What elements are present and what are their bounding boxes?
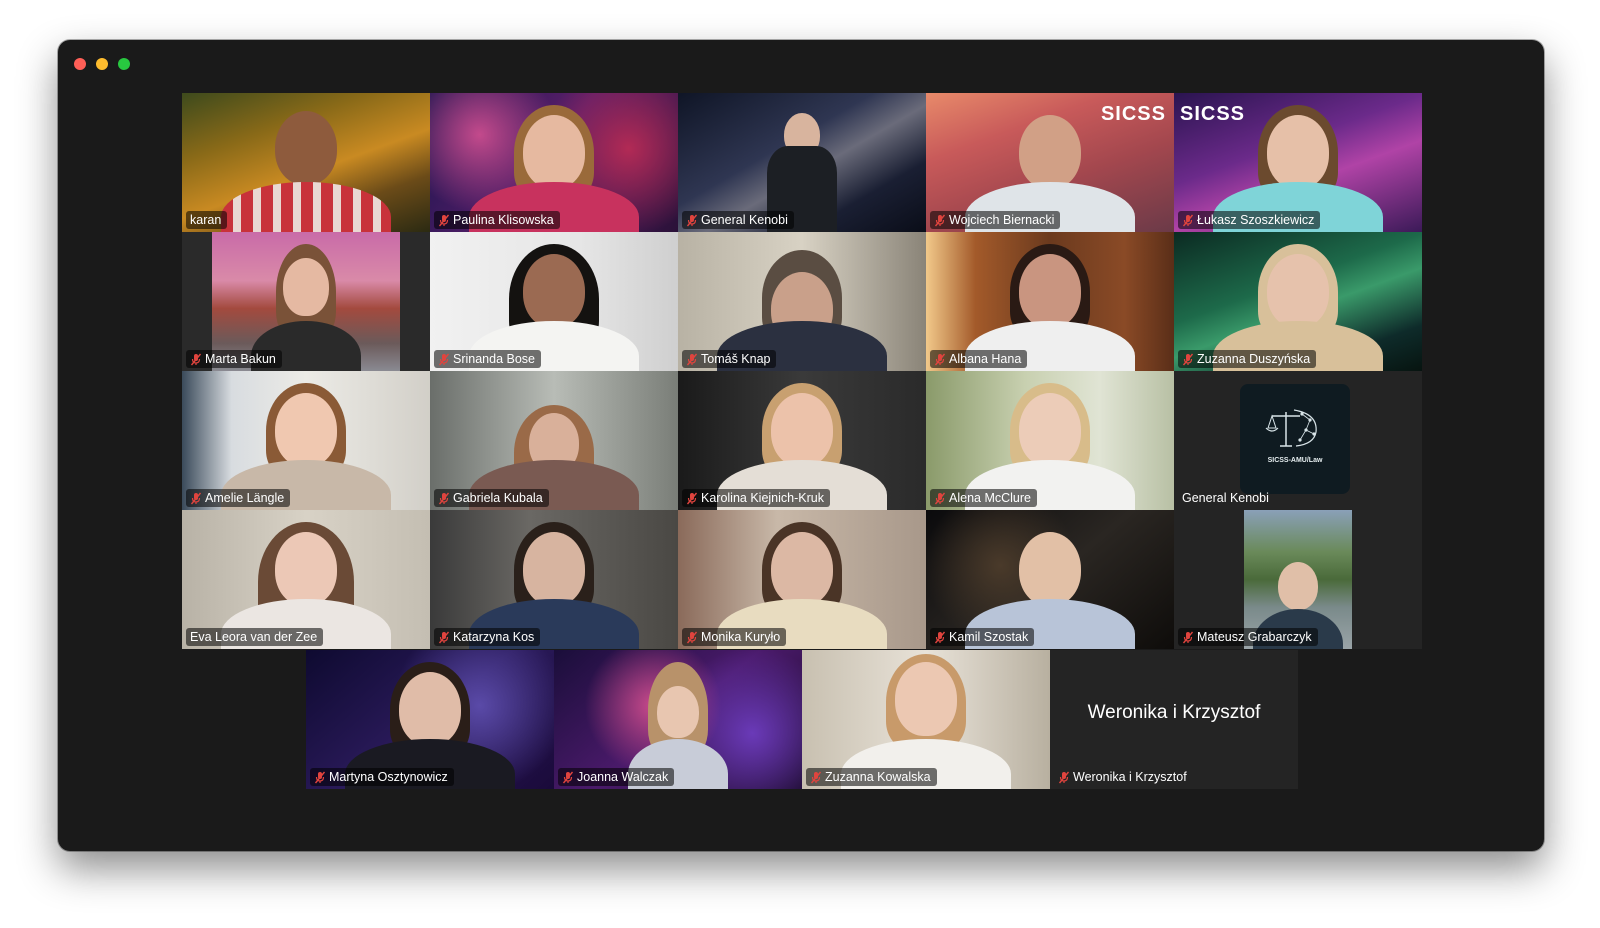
muted-microphone-icon bbox=[438, 631, 450, 644]
zoom-window-button[interactable] bbox=[118, 58, 130, 70]
muted-microphone-icon bbox=[686, 631, 698, 644]
participant-name-label: General Kenobi bbox=[682, 211, 794, 229]
muted-microphone-icon bbox=[1182, 214, 1194, 227]
participant-name-label: karan bbox=[186, 211, 228, 229]
video-tile[interactable]: Katarzyna Kos bbox=[430, 510, 678, 649]
gallery-grid: karan Paulina Klisowska General Kenobi S… bbox=[182, 93, 1422, 649]
muted-microphone-icon bbox=[190, 492, 202, 505]
participant-name-label: Monika Kuryło bbox=[682, 628, 787, 646]
participant-name-label: Wojciech Biernacki bbox=[930, 211, 1061, 229]
video-tile[interactable]: Monika Kuryło bbox=[678, 510, 926, 649]
muted-microphone-icon bbox=[314, 771, 326, 784]
video-tile-camera-off[interactable]: Weronika i Krzysztof Weronika i Krzyszto… bbox=[1050, 650, 1298, 789]
video-tile[interactable]: SICSS Łukasz Szoszkiewicz bbox=[1174, 93, 1422, 232]
muted-microphone-icon bbox=[438, 214, 450, 227]
video-tile[interactable]: Srinanda Bose bbox=[430, 232, 678, 371]
muted-microphone-icon bbox=[562, 771, 574, 784]
video-tile[interactable]: Alena McClure bbox=[926, 371, 1174, 510]
video-tile[interactable]: Zuzanna Duszyńska bbox=[1174, 232, 1422, 371]
sicss-logo-overlay: SICSS bbox=[1100, 103, 1166, 125]
muted-microphone-icon bbox=[1058, 771, 1070, 784]
participant-name-label: Karolina Kiejnich-Kruk bbox=[682, 489, 830, 507]
video-tile[interactable]: karan bbox=[182, 93, 430, 232]
window-controls bbox=[74, 58, 130, 70]
video-tile[interactable]: General Kenobi bbox=[678, 93, 926, 232]
participant-name-label: Martyna Osztynowicz bbox=[310, 768, 454, 786]
muted-microphone-icon bbox=[438, 492, 450, 505]
participant-name-label: Kamil Szostak bbox=[930, 628, 1035, 646]
video-tile[interactable]: Gabriela Kubala bbox=[430, 371, 678, 510]
video-tile[interactable]: Amelie Längle bbox=[182, 371, 430, 510]
muted-microphone-icon bbox=[1182, 631, 1194, 644]
muted-microphone-icon bbox=[934, 631, 946, 644]
participant-name-label: Zuzanna Kowalska bbox=[806, 768, 937, 786]
muted-microphone-icon bbox=[438, 353, 450, 366]
video-tile[interactable]: SICSS-AMU/Law General Kenobi bbox=[1174, 371, 1422, 510]
scales-of-justice-icon bbox=[1265, 409, 1317, 447]
video-tile[interactable]: Zuzanna Kowalska bbox=[802, 650, 1050, 789]
participant-name-label: Albana Hana bbox=[930, 350, 1028, 368]
participant-name-label: Łukasz Szoszkiewicz bbox=[1178, 211, 1321, 229]
muted-microphone-icon bbox=[686, 353, 698, 366]
meeting-window: karan Paulina Klisowska General Kenobi S… bbox=[58, 40, 1544, 851]
close-window-button[interactable] bbox=[74, 58, 86, 70]
participant-name-label: Joanna Walczak bbox=[558, 768, 675, 786]
participant-name-label: General Kenobi bbox=[1182, 491, 1269, 505]
sicss-amu-law-logo: SICSS-AMU/Law bbox=[1240, 384, 1350, 494]
muted-microphone-icon bbox=[934, 353, 946, 366]
muted-microphone-icon bbox=[1182, 353, 1194, 366]
video-tile-active-speaker[interactable]: Eva Leora van der Zee bbox=[182, 510, 430, 649]
sicss-logo-overlay: SICSS bbox=[1180, 103, 1246, 125]
participant-name-label: Eva Leora van der Zee bbox=[186, 628, 324, 646]
video-tile[interactable]: Joanna Walczak bbox=[554, 650, 802, 789]
participant-name-label: Alena McClure bbox=[930, 489, 1037, 507]
participant-name-label: Srinanda Bose bbox=[434, 350, 542, 368]
participant-display-name: Weronika i Krzysztof bbox=[1087, 702, 1261, 723]
muted-microphone-icon bbox=[686, 214, 698, 227]
participant-name-label: Weronika i Krzysztof bbox=[1054, 768, 1193, 786]
participant-name-label: Amelie Längle bbox=[186, 489, 291, 507]
muted-microphone-icon bbox=[810, 771, 822, 784]
participant-name-label: Mateusz Grabarczyk bbox=[1178, 628, 1318, 646]
minimize-window-button[interactable] bbox=[96, 58, 108, 70]
video-tile[interactable]: Martyna Osztynowicz bbox=[306, 650, 554, 789]
participant-name-label: Marta Bakun bbox=[186, 350, 282, 368]
video-tile[interactable]: Tomáš Knap bbox=[678, 232, 926, 371]
video-tile[interactable]: Marta Bakun bbox=[182, 232, 430, 371]
video-tile[interactable]: Kamil Szostak bbox=[926, 510, 1174, 649]
video-tile[interactable]: Paulina Klisowska bbox=[430, 93, 678, 232]
video-tile[interactable]: Karolina Kiejnich-Kruk bbox=[678, 371, 926, 510]
participant-name-label: Paulina Klisowska bbox=[434, 211, 560, 229]
muted-microphone-icon bbox=[934, 214, 946, 227]
participant-name-label: Tomáš Knap bbox=[682, 350, 777, 368]
video-tile[interactable]: Albana Hana bbox=[926, 232, 1174, 371]
participant-name-label: Zuzanna Duszyńska bbox=[1178, 350, 1317, 368]
participant-name-label: Gabriela Kubala bbox=[434, 489, 549, 507]
participant-name-label: Katarzyna Kos bbox=[434, 628, 541, 646]
gallery-bottom-row: Martyna Osztynowicz Joanna Walczak Zuzan… bbox=[306, 650, 1298, 789]
video-tile[interactable]: SICSS Wojciech Biernacki bbox=[926, 93, 1174, 232]
video-tile[interactable]: Mateusz Grabarczyk bbox=[1174, 510, 1422, 649]
muted-microphone-icon bbox=[190, 353, 202, 366]
muted-microphone-icon bbox=[686, 492, 698, 505]
muted-microphone-icon bbox=[934, 492, 946, 505]
